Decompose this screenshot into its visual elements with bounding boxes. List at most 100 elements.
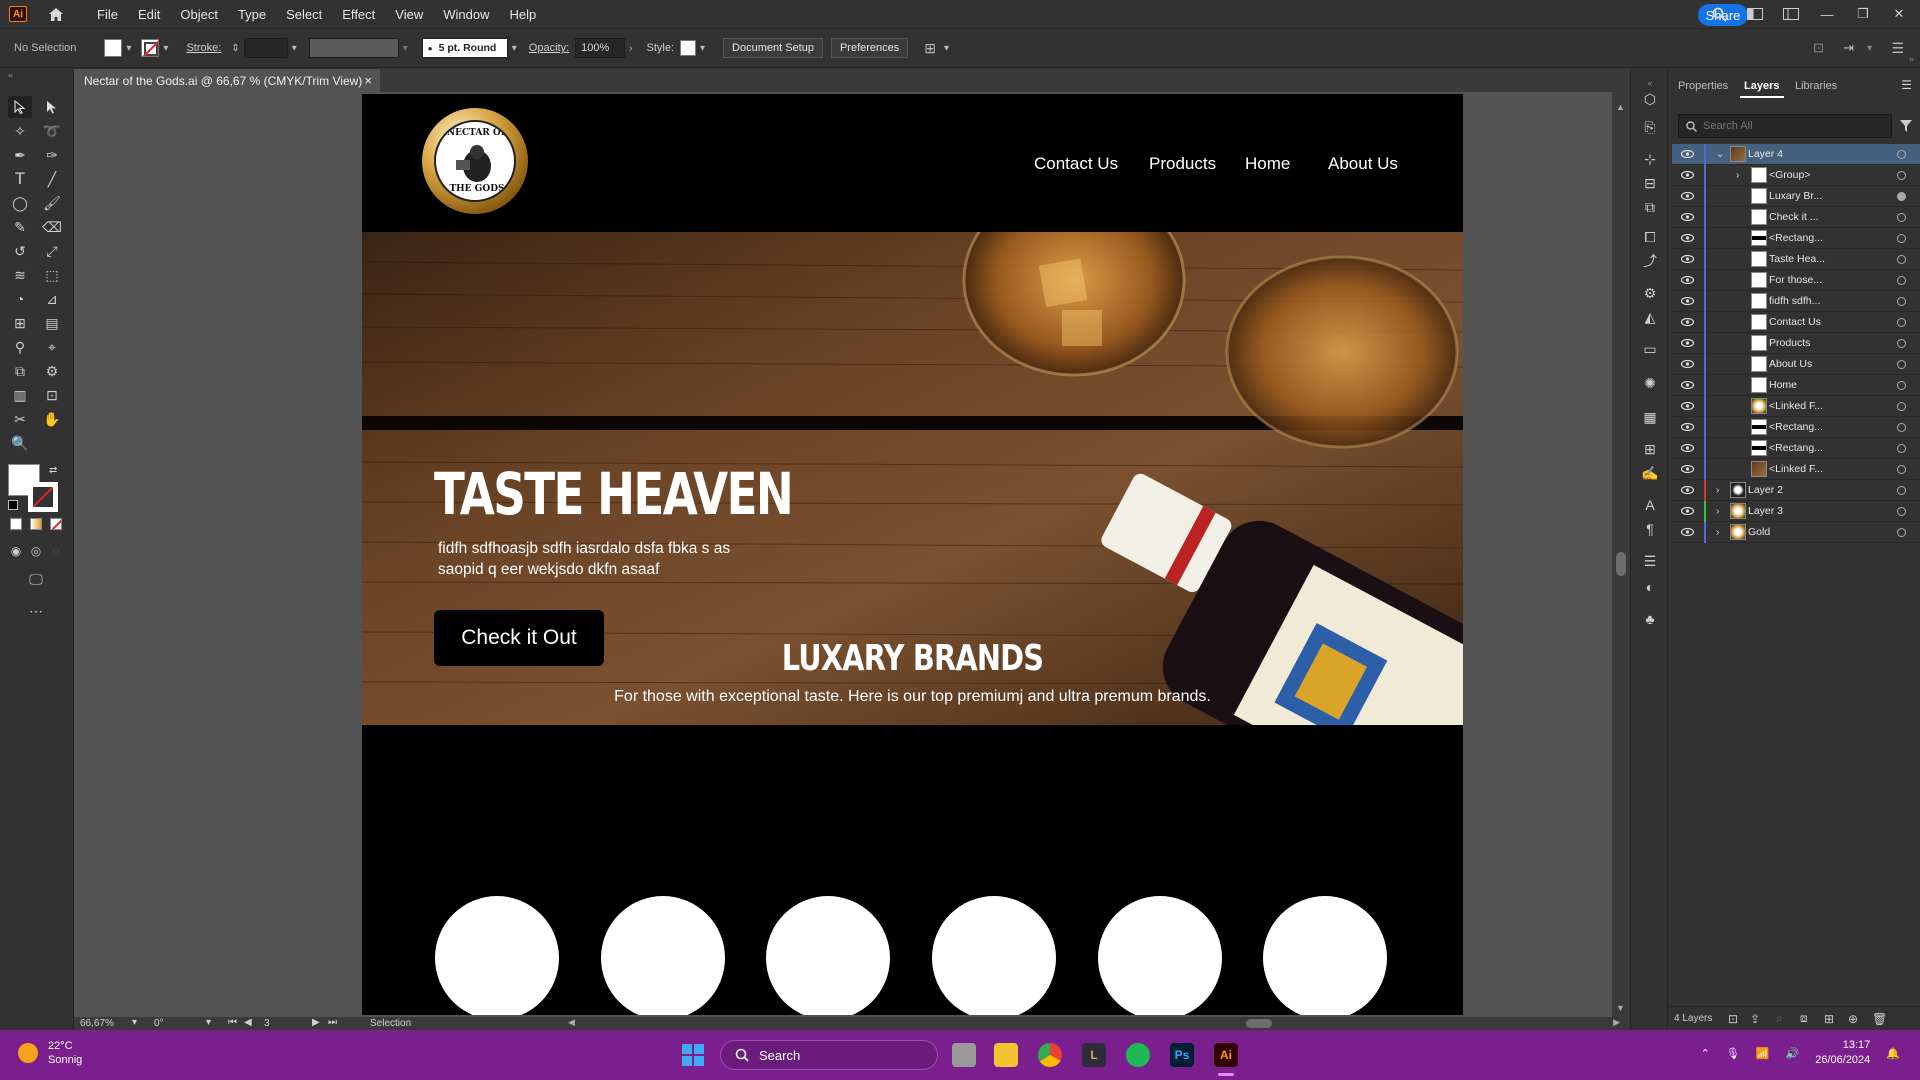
- target-icon[interactable]: [1897, 359, 1906, 369]
- 3d-materials-icon[interactable]: ⬡: [1640, 90, 1660, 108]
- workspace-icon[interactable]: [1744, 4, 1766, 24]
- target-icon[interactable]: [1897, 191, 1906, 201]
- first-artboard-icon[interactable]: ⏮: [228, 1017, 237, 1028]
- target-icon[interactable]: [1897, 254, 1906, 264]
- scroll-up-icon[interactable]: ▲: [1616, 102, 1625, 112]
- hero-title[interactable]: TASTE HEAVEN: [434, 460, 794, 528]
- nav-about-us[interactable]: About Us: [1328, 154, 1398, 174]
- layer-row[interactable]: Check it ...: [1672, 207, 1920, 228]
- chevron-down-icon[interactable]: ⌄: [1716, 149, 1724, 160]
- target-icon[interactable]: [1897, 338, 1906, 348]
- slice-tool-icon[interactable]: ✂: [8, 408, 32, 430]
- arrange-dropdown-icon[interactable]: ▾: [944, 43, 949, 54]
- symbols-panel-icon[interactable]: ♣: [1640, 610, 1660, 628]
- stroke-stepper[interactable]: ⇕: [231, 43, 239, 54]
- close-tab-icon[interactable]: ×: [364, 73, 372, 88]
- notifications-icon[interactable]: 🔔: [1886, 1047, 1900, 1060]
- layer-row[interactable]: › Gold: [1672, 522, 1920, 543]
- photoshop-icon[interactable]: Ps: [1170, 1043, 1194, 1067]
- brand-circle[interactable]: [932, 896, 1056, 1015]
- magic-wand-tool-icon[interactable]: ✧: [8, 120, 32, 142]
- brand-circle[interactable]: [1263, 896, 1387, 1015]
- target-icon[interactable]: [1897, 233, 1906, 243]
- collect-export-icon[interactable]: ⊡: [1728, 1012, 1738, 1026]
- target-icon[interactable]: [1897, 296, 1906, 306]
- target-icon[interactable]: [1897, 170, 1906, 180]
- menu-view[interactable]: View: [385, 7, 433, 22]
- collapse-tools-icon[interactable]: «: [8, 70, 13, 80]
- draw-inside-icon[interactable]: ◌: [44, 540, 68, 562]
- menu-effect[interactable]: Effect: [332, 7, 385, 22]
- stroke-weight-dropdown-icon[interactable]: ▾: [292, 43, 297, 54]
- lasso-tool-icon[interactable]: ➰: [40, 120, 64, 142]
- nav-contact-us[interactable]: Contact Us: [1034, 154, 1118, 174]
- eye-icon[interactable]: [1680, 401, 1694, 411]
- section-subtitle[interactable]: For those with exceptional taste. Here i…: [362, 688, 1463, 706]
- layer-row[interactable]: › Layer 2: [1672, 480, 1920, 501]
- layer-name[interactable]: About Us: [1769, 358, 1812, 370]
- eye-icon[interactable]: [1680, 359, 1694, 369]
- export-icon[interactable]: ⇪: [1750, 1012, 1760, 1026]
- character-panel-icon[interactable]: A: [1640, 496, 1660, 514]
- target-icon[interactable]: [1897, 422, 1906, 432]
- restore-icon[interactable]: ❐: [1852, 4, 1874, 24]
- eye-icon[interactable]: [1680, 338, 1694, 348]
- layer-row[interactable]: For those...: [1672, 270, 1920, 291]
- eyedropper-tool-icon[interactable]: ⚲: [8, 336, 32, 358]
- gradient-mode-icon[interactable]: [30, 518, 42, 530]
- filter-icon[interactable]: [1900, 120, 1912, 132]
- eye-icon[interactable]: [1680, 275, 1694, 285]
- transparency-icon[interactable]: ◭: [1640, 308, 1660, 326]
- target-icon[interactable]: [1897, 275, 1906, 285]
- illustrator-taskbar-icon[interactable]: Ai: [1214, 1043, 1238, 1067]
- align-panel-icon[interactable]: ⊟: [1640, 174, 1660, 192]
- scroll-down-icon[interactable]: ▼: [1616, 1003, 1625, 1013]
- ellipse-tool-icon[interactable]: ◯: [8, 192, 32, 214]
- artboards-panel-icon[interactable]: ⧠: [1640, 228, 1660, 246]
- microphone-icon[interactable]: 🎙: [1726, 1047, 1740, 1060]
- layer-name[interactable]: <Group>: [1769, 169, 1810, 181]
- layer-row[interactable]: <Rectang...: [1672, 417, 1920, 438]
- shaper-tool-icon[interactable]: ✎: [8, 216, 32, 238]
- stroke-color-box[interactable]: [28, 482, 58, 512]
- swatches-panel-icon[interactable]: ⊞: [1640, 440, 1660, 458]
- free-transform-tool-icon[interactable]: ⬚: [40, 264, 64, 286]
- collapse-panel-icon[interactable]: »: [1909, 54, 1914, 64]
- graphic-styles-icon[interactable]: ▦: [1640, 408, 1660, 426]
- target-icon[interactable]: [1897, 149, 1906, 159]
- panel-menu-icon[interactable]: ☰: [1901, 78, 1912, 92]
- layer-name[interactable]: Layer 4: [1748, 148, 1783, 160]
- appearance-icon[interactable]: ✺: [1640, 374, 1660, 392]
- type-tool-icon[interactable]: T: [8, 168, 32, 190]
- scroll-left-icon[interactable]: ◀: [568, 1017, 575, 1028]
- menu-window[interactable]: Window: [433, 7, 499, 22]
- layers-search-input[interactable]: Search All: [1678, 114, 1892, 138]
- layer-name[interactable]: Home: [1769, 379, 1797, 391]
- document-tab[interactable]: Nectar of the Gods.ai @ 66,67 % (CMYK/Tr…: [74, 68, 380, 92]
- brand-circle[interactable]: [601, 896, 725, 1015]
- menu-object[interactable]: Object: [170, 7, 228, 22]
- brand-circle[interactable]: [435, 896, 559, 1015]
- target-icon[interactable]: [1897, 380, 1906, 390]
- tab-libraries[interactable]: Libraries: [1795, 80, 1837, 92]
- gradient-panel-icon[interactable]: ▭: [1640, 340, 1660, 358]
- chevron-right-icon[interactable]: ›: [1736, 170, 1739, 181]
- menu-file[interactable]: File: [87, 7, 128, 22]
- layer-row[interactable]: fidfh sdfh...: [1672, 291, 1920, 312]
- eye-icon[interactable]: [1680, 464, 1694, 474]
- tab-properties[interactable]: Properties: [1678, 80, 1728, 92]
- direct-selection-tool-icon[interactable]: [40, 96, 64, 118]
- layer-name[interactable]: For those...: [1769, 274, 1822, 286]
- scale-tool-icon[interactable]: ⤢: [40, 240, 64, 262]
- align-icon[interactable]: ⇥: [1843, 40, 1854, 56]
- brush-definition[interactable]: ● 5 pt. Round: [421, 38, 508, 58]
- arrange-documents-icon[interactable]: [1780, 4, 1802, 24]
- layer-name[interactable]: Products: [1769, 337, 1810, 349]
- layer-name[interactable]: Layer 3: [1748, 505, 1783, 517]
- opacity-arrow-icon[interactable]: ›: [629, 43, 632, 54]
- taskbar-search[interactable]: Search: [720, 1040, 938, 1070]
- eye-icon[interactable]: [1680, 296, 1694, 306]
- volume-icon[interactable]: 🔊: [1786, 1047, 1800, 1060]
- none-mode-icon[interactable]: [50, 518, 62, 530]
- paragraph-panel-icon[interactable]: ¶: [1640, 520, 1660, 538]
